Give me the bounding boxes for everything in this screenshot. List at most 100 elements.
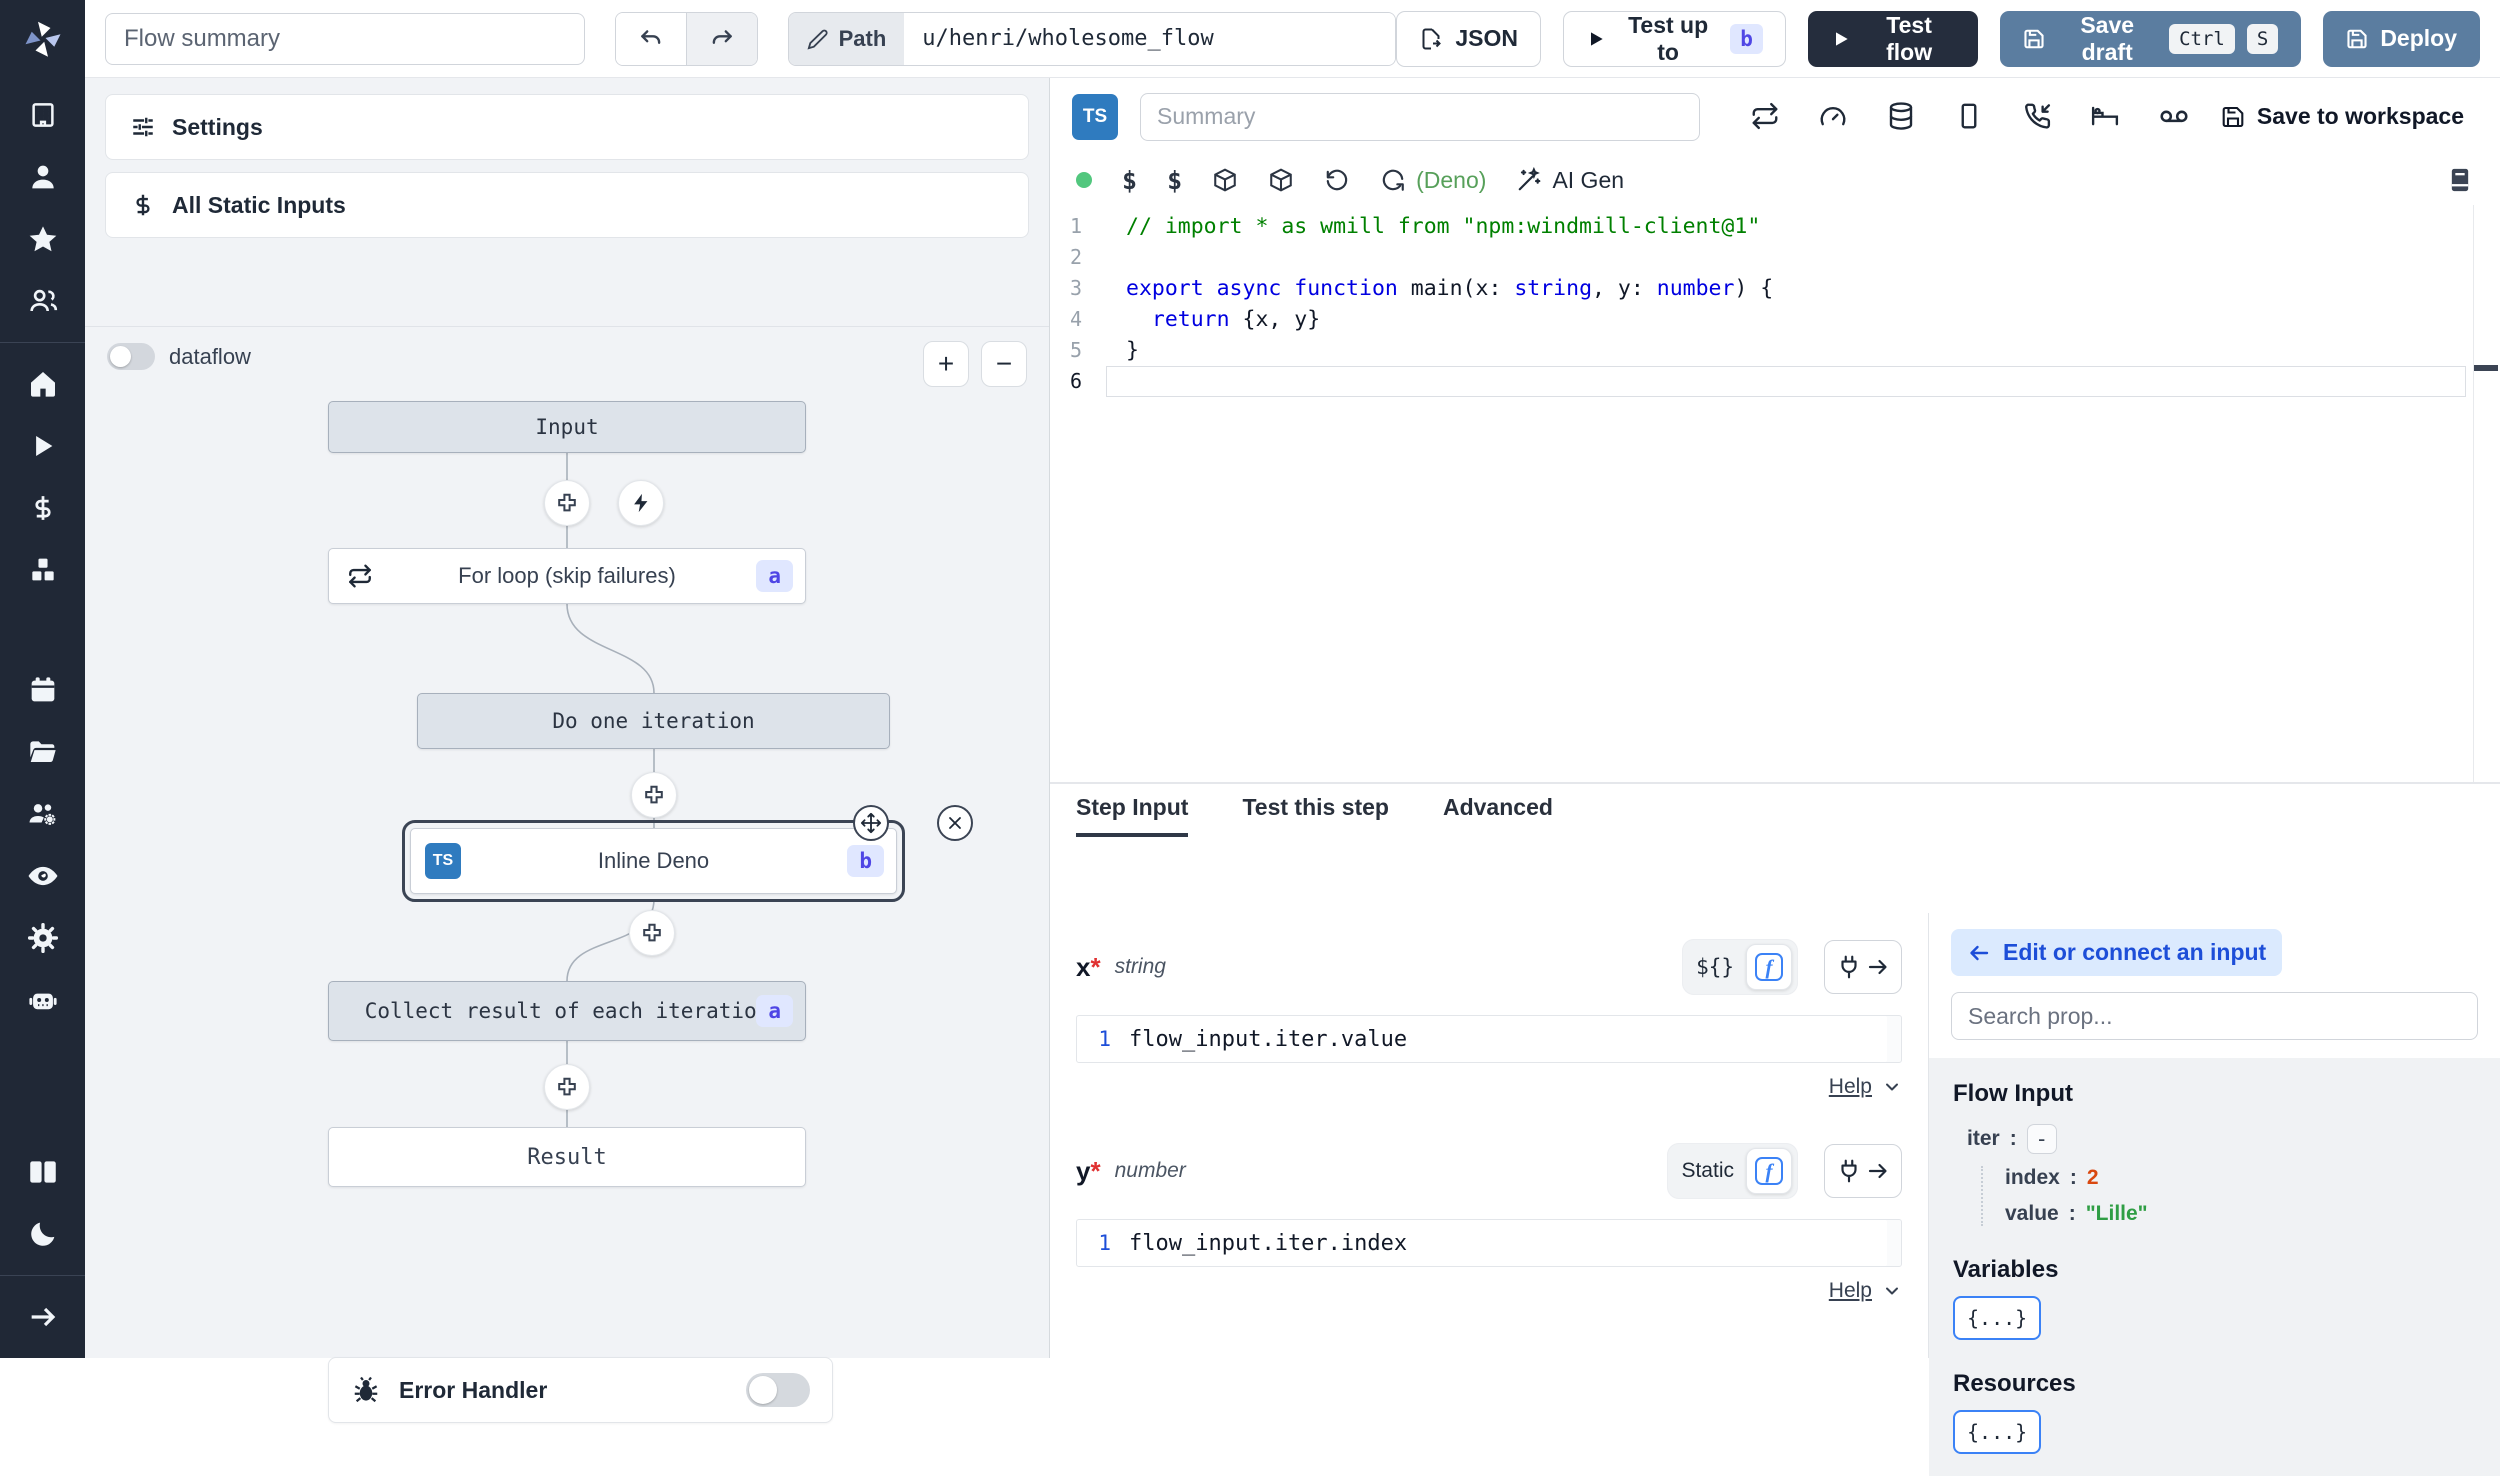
refresh-runtime-icon[interactable] [1380,167,1406,193]
path-value-input[interactable] [904,13,1395,65]
home-icon[interactable] [0,353,85,415]
windmill-logo[interactable] [23,18,63,58]
search-prop-input[interactable] [1951,992,2478,1040]
zoom-in-button[interactable]: + [923,341,969,387]
step-badge: b [1730,24,1763,54]
node-forloop[interactable]: For loop (skip failures) a [328,548,806,604]
node-input[interactable]: Input [328,401,806,453]
suspend-phone-icon[interactable] [2022,101,2052,133]
required-star: * [1090,1156,1100,1187]
resources-cubes-icon[interactable] [0,539,85,601]
expression-editor[interactable]: 1 flow_input.iter.index [1076,1219,1902,1267]
edit-or-connect-button[interactable]: Edit or connect an input [1951,929,2282,976]
favorites-star-icon[interactable] [0,208,85,270]
dark-mode-moon-icon[interactable] [0,1203,85,1265]
resources-object-button[interactable]: {...} [1953,1410,2041,1454]
add-step-button[interactable] [629,910,675,956]
settings-gear-icon[interactable] [0,907,85,969]
plug-icon [1836,1158,1862,1184]
tree-value-index[interactable]: 2 [2087,1166,2099,1190]
delete-node-button[interactable] [937,805,973,841]
all-static-inputs-row[interactable]: All Static Inputs [105,172,1029,238]
help-link[interactable]: Help [1829,1075,1872,1099]
path-label[interactable]: Path [789,13,905,65]
package-icon[interactable] [1212,167,1238,193]
flow-summary-input[interactable] [105,13,585,65]
expand-sidebar-arrow-icon[interactable] [0,1286,85,1348]
add-trigger-button[interactable] [618,480,664,526]
tree-key-iter[interactable]: iter [1967,1127,2000,1151]
node-result[interactable]: Result [328,1127,806,1187]
workers-users-gear-icon[interactable] [0,783,85,845]
chevron-down-icon [1882,1281,1902,1301]
tree-key-index[interactable]: index [2005,1166,2060,1190]
schedules-calendar-icon[interactable] [0,659,85,721]
tab-test-this-step[interactable]: Test this step [1242,794,1389,837]
user-icon[interactable] [0,146,85,208]
tree-key-value[interactable]: value [2005,1202,2059,1226]
node-do-one-iteration[interactable]: Do one iteration [417,693,890,749]
path-group: Path [788,12,1397,66]
variables-dollar-icon[interactable] [0,477,85,539]
flow-panel: Settings All Static Inputs dataflow + − [85,78,1050,1358]
code-editor[interactable]: 1// import * as wmill from "npm:windmill… [1050,205,2500,782]
error-handler-toggle[interactable] [746,1373,810,1407]
node-collect-result[interactable]: Collect result of each iteration a [328,981,806,1041]
test-up-to-button[interactable]: Test up to b [1563,11,1786,67]
package-icon[interactable] [1268,167,1294,193]
add-step-button[interactable] [544,1064,590,1110]
variable-picker-icon[interactable]: $ [1122,166,1137,195]
step-summary-input[interactable] [1140,93,1700,141]
docs-book-icon[interactable] [0,1141,85,1203]
mode-expression-option[interactable]: f [1746,944,1792,990]
editor-panel: TS [1050,78,2500,1358]
resource-picker-icon[interactable]: $ [1167,166,1182,195]
reset-rotate-ccw-icon[interactable] [1324,167,1350,193]
ai-gen-button[interactable]: AI Gen [1516,167,1624,194]
typescript-icon: TS [425,843,461,879]
field-name: x [1076,952,1090,983]
runs-play-icon[interactable] [0,415,85,477]
mode-template-option[interactable]: ${} [1696,955,1734,979]
flow-settings-row[interactable]: Settings [105,94,1029,160]
app-sidebar [0,0,85,1358]
mode-expression-option[interactable]: f [1746,1148,1792,1194]
mode-static-option[interactable]: Static [1681,1159,1734,1183]
groups-icon[interactable] [0,270,85,332]
add-step-button[interactable] [631,772,677,818]
redo-button[interactable] [686,13,756,65]
retries-repeat-icon[interactable] [1750,101,1780,133]
connect-input-plug-button[interactable] [1824,940,1902,994]
workspace-icon[interactable] [0,84,85,146]
mock-voicemail-icon[interactable] [2158,101,2190,133]
collapse-button[interactable]: - [2027,1124,2057,1154]
node-inline-deno[interactable]: TS Inline Deno b [410,828,897,894]
json-button[interactable]: JSON [1396,11,1541,67]
connect-input-plug-button[interactable] [1824,1144,1902,1198]
expression-editor[interactable]: 1 flow_input.iter.value [1076,1015,1902,1063]
tree-value-value[interactable]: "Lille" [2086,1202,2148,1226]
move-node-handle[interactable] [853,805,889,841]
test-flow-button[interactable]: Test flow [1808,11,1978,67]
variables-object-button[interactable]: {...} [1953,1296,2041,1340]
save-draft-button[interactable]: Save draft Ctrl S [2000,11,2301,67]
library-book-icon[interactable] [2446,166,2474,194]
cache-database-icon[interactable] [1886,101,1916,133]
concurrency-square-icon[interactable] [1954,101,1984,133]
status-dot [1076,172,1092,188]
tab-step-input[interactable]: Step Input [1076,794,1188,837]
add-step-button[interactable] [544,480,590,526]
tab-advanced[interactable]: Advanced [1443,794,1553,837]
early-stop-gauge-icon[interactable] [1818,101,1848,133]
ai-robot-icon[interactable] [0,969,85,1031]
save-to-workspace-button[interactable]: Save to workspace [2221,103,2478,130]
folders-icon[interactable] [0,721,85,783]
undo-button[interactable] [616,13,686,65]
sleep-bed-icon[interactable] [2090,101,2120,133]
save-icon [2346,28,2368,50]
help-link[interactable]: Help [1829,1279,1872,1303]
dataflow-toggle[interactable] [107,343,155,370]
deploy-button[interactable]: Deploy [2323,11,2480,67]
zoom-out-button[interactable]: − [981,341,1027,387]
audit-eye-icon[interactable] [0,845,85,907]
